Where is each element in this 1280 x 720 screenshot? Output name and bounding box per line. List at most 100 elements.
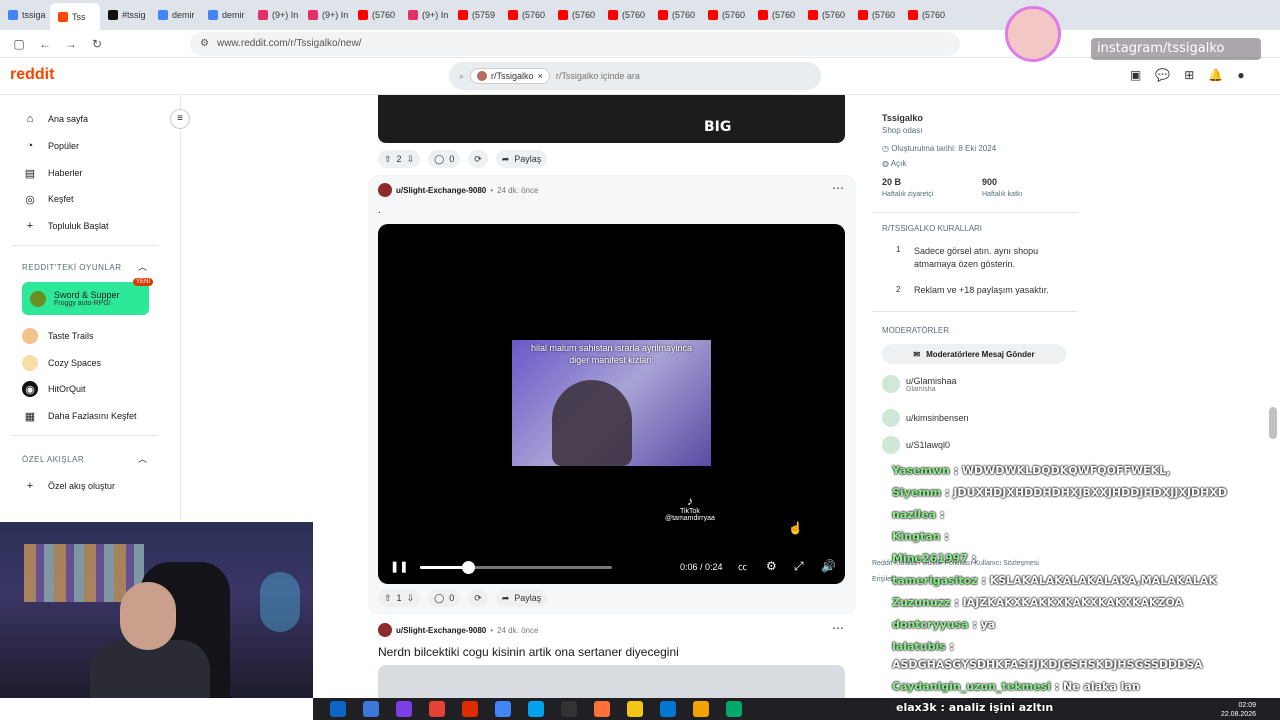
notification-bell-icon[interactable]: 🔔 — [1208, 68, 1223, 82]
games-heading[interactable]: REDDIT'TEKİ OYUNLAR — [22, 263, 121, 272]
reddit-logo[interactable]: reddit — [10, 66, 54, 84]
crosspost-button[interactable]: ⟳ — [468, 150, 488, 168]
more-options-icon[interactable]: ⋯ — [832, 621, 844, 635]
browser-tab[interactable]: (5759 — [450, 3, 500, 27]
moderator-item[interactable]: u/S1lawql0 — [882, 436, 950, 454]
browser-tab[interactable]: Tss — [50, 3, 100, 30]
featured-game-sword-supper[interactable]: Sword & Supper Froggy auto-RPG! YENİ — [22, 278, 153, 315]
taskbar-app-icon[interactable] — [627, 701, 643, 717]
previous-post-media[interactable]: BIG — [378, 95, 845, 143]
taskbar-app-icon[interactable] — [363, 701, 379, 717]
browser-tab[interactable]: (5760 — [650, 3, 700, 27]
taskbar-app-icon[interactable] — [462, 701, 478, 717]
captions-icon[interactable]: ㏄ — [738, 560, 747, 573]
chevron-up-icon[interactable]: ︿ — [138, 452, 147, 465]
browser-tab[interactable]: (5760 — [850, 3, 900, 27]
downvote-icon[interactable]: ⇩ — [407, 154, 415, 165]
browser-tab[interactable]: demir — [150, 3, 200, 27]
browser-tab[interactable]: #tssig — [100, 3, 150, 27]
browser-tab[interactable]: (5760 — [500, 3, 550, 27]
post-title[interactable]: Nerdn bilcektiki cogu kisinin artik ona … — [378, 645, 679, 659]
downvote-icon[interactable]: ⇩ — [407, 593, 415, 604]
site-info-icon[interactable]: ⚙ — [200, 38, 209, 49]
sidebar-discover-more[interactable]: ▦ Daha Fazlasını Keşfet — [22, 408, 137, 424]
taskbar-app-icon[interactable] — [594, 701, 610, 717]
share-button[interactable]: ➦ Paylaş — [495, 589, 548, 607]
more-options-icon[interactable]: ⋯ — [832, 181, 844, 195]
taskbar-app-icon[interactable] — [396, 701, 412, 717]
tab-switcher-icon[interactable]: ▢ — [12, 37, 26, 51]
browser-tab[interactable]: (9+) In — [250, 3, 300, 27]
volume-icon[interactable]: 🔊 — [821, 559, 836, 573]
back-arrow-icon[interactable]: ← — [38, 37, 52, 51]
sidebar-item-news[interactable]: ▤ Haberler — [22, 165, 83, 181]
sidebar-item-start-community[interactable]: + Topluluk Başlat — [22, 218, 109, 234]
collapse-sidebar-icon[interactable]: ≡ — [170, 109, 190, 129]
reload-icon[interactable]: ↻ — [90, 37, 104, 51]
sidebar-item-explore[interactable]: ◎ Keşfet — [22, 191, 73, 207]
author-name[interactable]: u/Slight-Exchange-9080 — [396, 626, 486, 635]
message-mods-button[interactable]: ✉ Moderatörlere Mesaj Gönder — [882, 344, 1066, 364]
chat-message: Siyemm : JDUXHDJXHDDHDHXJBXXJHDDJHDXJJXJ… — [892, 486, 1227, 499]
sidebar-game-taste-trails[interactable]: Taste Trails — [22, 328, 94, 344]
browser-tab[interactable]: (9+) In — [400, 3, 450, 27]
user-avatar-icon[interactable]: ● — [1237, 68, 1244, 82]
url-field[interactable]: ⚙ www.reddit.com/r/Tssigalko/new/ — [190, 31, 960, 56]
taskbar-app-icon[interactable] — [429, 701, 445, 717]
moderator-item[interactable]: u/kimsinbensen — [882, 409, 969, 427]
browser-tab[interactable]: demir — [200, 3, 250, 27]
author-avatar[interactable] — [378, 183, 392, 197]
post-card[interactable]: u/Slight-Exchange-9080 • 24 dk. önce ⋯ .… — [368, 175, 856, 615]
upvote-icon[interactable]: ⇧ — [384, 154, 392, 165]
browser-tab[interactable]: (5760 — [600, 3, 650, 27]
taskbar-app-icon[interactable] — [495, 701, 511, 717]
sidebar-game-hitorquit[interactable]: ◉ HitOrQuit — [22, 381, 86, 397]
sidebar-item-popular[interactable]: ◔ Popüler — [22, 138, 79, 154]
forward-arrow-icon[interactable]: → — [64, 37, 78, 51]
fullscreen-icon[interactable]: ⤢ — [794, 559, 804, 574]
taskbar-app-icon[interactable] — [726, 701, 742, 717]
browser-tab[interactable]: tssiga — [0, 3, 50, 27]
browser-tab[interactable]: (5760 — [800, 3, 850, 27]
browser-tab[interactable]: (5760 — [750, 3, 800, 27]
browser-tab[interactable]: (5760 — [700, 3, 750, 27]
author-name[interactable]: u/Slight-Exchange-9080 — [396, 186, 486, 195]
sidebar-game-cozy-spaces[interactable]: Cozy Spaces — [22, 355, 101, 371]
crosspost-button[interactable]: ⟳ — [468, 589, 488, 607]
taskbar-app-icon[interactable] — [528, 701, 544, 717]
browser-tab[interactable]: (5760 — [350, 3, 400, 27]
advertise-icon[interactable]: ▣ — [1130, 68, 1141, 82]
custom-feeds-heading[interactable]: ÖZEL AKIŞLAR — [22, 455, 84, 464]
chevron-up-icon[interactable]: ︿ — [138, 260, 147, 273]
browser-tab[interactable]: (5760 — [550, 3, 600, 27]
post-title[interactable]: . — [378, 205, 381, 216]
sidebar-item-label: Özel akış oluştur — [48, 481, 116, 491]
author-avatar[interactable] — [378, 623, 392, 637]
taskbar-app-icon[interactable] — [330, 701, 346, 717]
taskbar-app-icon[interactable] — [660, 701, 676, 717]
settings-gear-icon[interactable]: ⚙ — [766, 559, 777, 573]
system-clock[interactable]: 02:09 22.08.2026 — [1206, 701, 1256, 719]
pause-icon[interactable]: ❚❚ — [390, 560, 408, 573]
subreddit-search-chip[interactable]: r/Tssigalko × — [470, 68, 550, 84]
create-custom-feed[interactable]: + Özel akış oluştur — [22, 478, 115, 494]
comments-button[interactable]: ◯ 0 — [428, 150, 461, 168]
search-input[interactable]: ⌕ r/Tssigalko × r/Tssigalko içinde ara — [449, 62, 821, 90]
taskbar-app-icon[interactable] — [561, 701, 577, 717]
taskbar-app-icon[interactable] — [693, 701, 709, 717]
rule-number: 2 — [896, 285, 901, 294]
upvote-icon[interactable]: ⇧ — [384, 593, 392, 604]
chat-icon[interactable]: 💬 — [1155, 68, 1170, 82]
video-player[interactable]: hilal malum sahistan israrla ayrilmayinc… — [378, 224, 845, 584]
browser-tab[interactable]: (9+) In — [300, 3, 350, 27]
browser-tab[interactable]: (5760 — [900, 3, 950, 27]
comments-button[interactable]: ◯ 0 — [428, 589, 461, 607]
scrollbar-thumb[interactable] — [1269, 407, 1277, 439]
moderator-item[interactable]: u/Glamishaa Glamisha — [882, 375, 957, 393]
close-icon[interactable]: × — [538, 71, 543, 81]
create-post-icon[interactable]: ⊞ — [1184, 68, 1194, 82]
video-progress-bar[interactable] — [420, 561, 612, 574]
share-button[interactable]: ➦ Paylaş — [495, 150, 548, 168]
progress-handle[interactable] — [462, 561, 475, 574]
sidebar-item-home[interactable]: ⌂ Ana sayfa — [22, 111, 88, 127]
